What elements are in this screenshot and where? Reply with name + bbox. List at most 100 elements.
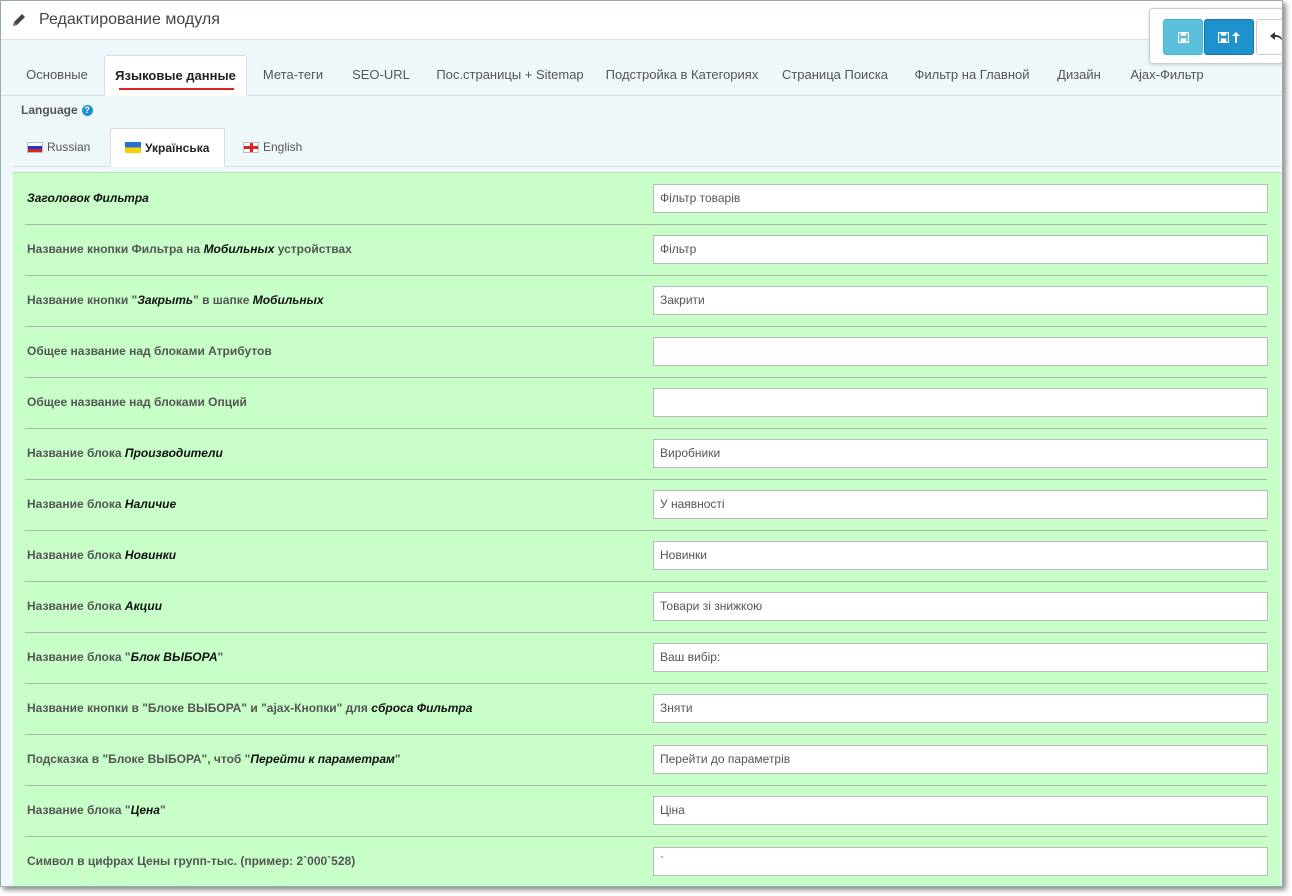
tab-home-filter[interactable]: Фильтр на Главной xyxy=(905,55,1039,95)
field-row: Название блока Наличие У наявності xyxy=(25,479,1268,531)
tab-language-data[interactable]: Языковые данные xyxy=(104,55,247,96)
field-label: Название блока "Цена" xyxy=(27,785,166,836)
tab-design[interactable]: Дизайн xyxy=(1045,55,1113,95)
language-tab-ukrainian[interactable]: Українська xyxy=(110,128,225,167)
field-label: Заголовок Фильтра xyxy=(27,173,149,224)
field-label-part: Производители xyxy=(124,446,223,460)
field-input[interactable]: ` xyxy=(653,847,1268,876)
ukraine-flag-icon xyxy=(125,142,141,153)
language-fields-panel: Заголовок Фильтра Фільтр товарів Название … xyxy=(13,172,1281,886)
field-label: Подсказка в "Блоке ВЫБОРА", чтоб "Перейт… xyxy=(27,734,401,785)
field-label-part: Акции xyxy=(124,599,163,613)
back-button[interactable] xyxy=(1256,19,1282,55)
field-label-part: Название блока " xyxy=(27,803,131,817)
field-label-part: Название кнопки в "Блоке ВЫБОРА" и "ajax… xyxy=(27,701,372,715)
field-input[interactable] xyxy=(653,337,1268,366)
field-input[interactable]: У наявності xyxy=(653,490,1268,519)
floppy-disk-icon xyxy=(1218,31,1229,43)
field-input[interactable]: Фільтр xyxy=(653,235,1268,264)
field-label-part: Название блока xyxy=(27,599,125,613)
field-input[interactable] xyxy=(653,388,1268,417)
field-row: Название блока Новинки Новинки xyxy=(25,530,1268,582)
field-row: Название блока "Цена" Ціна xyxy=(25,785,1268,837)
field-label-part: Название блока xyxy=(27,446,125,460)
field-label-part: Наличие xyxy=(124,497,177,511)
field-label-part: " в шапке xyxy=(193,293,253,307)
field-row: Общее название над блоками Опций xyxy=(25,377,1268,429)
field-label-part: Общее название над блоками Атрибутов xyxy=(27,344,272,358)
field-input[interactable]: Зняти xyxy=(653,694,1268,723)
arrow-up-icon xyxy=(1232,31,1240,43)
module-edit-window: Редактирование модуля Основные Языковые … xyxy=(0,0,1283,887)
field-input[interactable]: Фільтр товарів xyxy=(653,184,1268,213)
field-label-part: Перейти к параметрам xyxy=(250,752,395,766)
field-input[interactable]: Закрити xyxy=(653,286,1268,315)
field-input[interactable]: Виробники xyxy=(653,439,1268,468)
field-label-part: Цена xyxy=(130,803,160,817)
field-label-part: Общее название над блоками Опций xyxy=(27,395,247,409)
field-label-part: " xyxy=(217,650,224,664)
field-input[interactable]: Перейти до параметрів xyxy=(653,745,1268,774)
field-label-part: Мобильных xyxy=(203,242,275,256)
field-label-part: Название блока xyxy=(27,497,125,511)
help-icon[interactable]: ? xyxy=(81,104,93,116)
field-input[interactable]: Ваш вибір: xyxy=(653,643,1268,672)
field-label-part: Блок ВЫБОРА xyxy=(130,650,218,664)
tab-seo-url[interactable]: SEO-URL xyxy=(341,55,421,95)
language-label: Language ? xyxy=(21,103,93,117)
field-label-part: Название блока xyxy=(27,548,125,562)
field-input[interactable]: Ціна xyxy=(653,796,1268,825)
language-tab-russian-label: Russian xyxy=(47,140,91,154)
pencil-icon xyxy=(12,12,28,28)
field-label-part: Мобильных xyxy=(252,293,324,307)
field-row: Название блока Производители Виробники xyxy=(25,428,1268,480)
field-label-part: Название кнопки Фильтра на xyxy=(27,242,204,256)
language-tab-english-label: English xyxy=(263,140,303,154)
field-label-part: Название блока " xyxy=(27,650,131,664)
active-tab-underline xyxy=(119,88,234,90)
language-tab-russian[interactable]: Russian xyxy=(13,128,109,166)
field-label-part: Новинки xyxy=(124,548,177,562)
field-label-part: Закрыть xyxy=(137,293,194,307)
uk-flag-icon xyxy=(243,141,259,153)
field-label: Общее название над блоками Опций xyxy=(27,377,247,428)
reply-arrow-icon xyxy=(1270,32,1282,41)
field-input[interactable]: Товари зі знижкою xyxy=(653,592,1268,621)
field-label-part: Заголовок Фильтра xyxy=(27,191,149,205)
field-row: Название блока "Блок ВЫБОРА" Ваш вибір: xyxy=(25,632,1268,684)
tab-category-settings[interactable]: Подстройка в Категориях xyxy=(599,55,765,95)
field-row: Название блока Акции Товари зі знижкою xyxy=(25,581,1268,633)
field-row: Название кнопки в "Блоке ВЫБОРА" и "ajax… xyxy=(25,683,1268,735)
page-title: Редактирование модуля xyxy=(39,11,220,28)
language-tab-ukrainian-label: Українська xyxy=(145,140,210,155)
tab-language-data-label: Языковые данные xyxy=(115,68,236,83)
russia-flag-icon xyxy=(27,141,43,153)
tab-search-page[interactable]: Страница Поиска xyxy=(773,55,897,95)
field-label: Название кнопки в "Блоке ВЫБОРА" и "ajax… xyxy=(27,683,472,734)
save-button[interactable] xyxy=(1163,19,1203,55)
floppy-disk-icon xyxy=(1177,31,1189,43)
field-row: Символ в цифрах Цены групп-тыс. (пример:… xyxy=(25,836,1268,886)
field-label: Общее название над блоками Атрибутов xyxy=(27,326,272,377)
field-label-part: сброса Фильтра xyxy=(371,701,473,715)
tab-pages-sitemap[interactable]: Пос.страницы + Sitemap xyxy=(429,55,591,95)
tab-basic[interactable]: Основные xyxy=(15,55,99,95)
language-tabs: Russian Українська English xyxy=(13,128,1281,167)
language-tab-english[interactable]: English xyxy=(229,128,329,166)
field-label-part: " xyxy=(394,752,401,766)
field-label-part: Название кнопки " xyxy=(27,293,138,307)
field-row: Заголовок Фильтра Фільтр товарів xyxy=(25,173,1268,225)
field-label: Название блока Акции xyxy=(27,581,162,632)
field-input[interactable]: Новинки xyxy=(653,541,1268,570)
field-label-part: " xyxy=(159,803,166,817)
field-label: Символ в цифрах Цены групп-тыс. (пример:… xyxy=(27,836,355,886)
field-label: Название блока Производители xyxy=(27,428,223,479)
field-label: Название блока Новинки xyxy=(27,530,176,581)
save-and-stay-button[interactable] xyxy=(1204,19,1254,55)
field-row: Название кнопки "Закрыть" в шапке Мобиль… xyxy=(25,275,1268,327)
tab-meta-tags[interactable]: Мета-теги xyxy=(251,55,335,95)
page-header: Редактирование модуля xyxy=(1,1,1282,40)
field-label: Название блока Наличие xyxy=(27,479,176,530)
field-label: Название кнопки "Закрыть" в шапке Мобиль… xyxy=(27,275,324,326)
main-tabs: Основные Языковые данные Мета-теги SEO-U… xyxy=(1,55,1282,96)
